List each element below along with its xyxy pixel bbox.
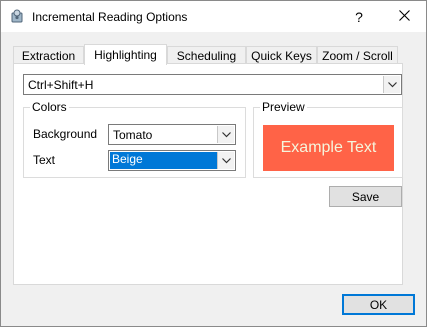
tab-strip: Extraction Highlighting Scheduling Quick… xyxy=(13,44,403,65)
tab-quick-keys[interactable]: Quick Keys xyxy=(246,46,317,64)
shortcut-value: Ctrl+Shift+H xyxy=(28,78,94,92)
options-dialog: Incremental Reading Options ? Extraction… xyxy=(0,0,427,327)
colors-group: Colors Background Tomato Text Beige xyxy=(23,100,246,178)
preview-sample: Example Text xyxy=(263,125,394,171)
ok-button-label: OK xyxy=(369,297,388,312)
tab-label: Zoom / Scroll xyxy=(322,48,393,63)
preview-sample-text: Example Text xyxy=(280,139,377,156)
save-button[interactable]: Save xyxy=(329,186,402,207)
colors-group-label: Colors xyxy=(30,100,69,114)
text-color-value: Beige xyxy=(110,152,217,169)
background-label: Background xyxy=(33,127,98,141)
close-icon xyxy=(398,9,410,24)
chevron-down-icon xyxy=(383,76,400,93)
close-button[interactable] xyxy=(382,1,426,32)
app-icon xyxy=(10,9,24,23)
preview-group: Preview Example Text xyxy=(253,100,403,178)
shortcut-dropdown[interactable]: Ctrl+Shift+H xyxy=(23,74,402,95)
highlighting-panel: Ctrl+Shift+H Colors Background Tomato Te… xyxy=(13,63,403,285)
tab-label: Highlighting xyxy=(94,48,157,62)
text-label: Text xyxy=(33,153,56,167)
chevron-down-icon xyxy=(217,152,234,169)
text-color-dropdown[interactable]: Beige xyxy=(108,150,236,171)
help-button[interactable]: ? xyxy=(341,1,377,32)
tab-highlighting[interactable]: Highlighting xyxy=(84,44,167,65)
chevron-down-icon xyxy=(217,126,234,143)
tab-scheduling[interactable]: Scheduling xyxy=(167,46,246,64)
background-color-value: Tomato xyxy=(113,128,153,142)
preview-group-label: Preview xyxy=(260,100,307,114)
tab-label: Extraction xyxy=(21,48,76,63)
ok-button[interactable]: OK xyxy=(342,294,415,315)
window-title: Incremental Reading Options xyxy=(32,10,188,24)
help-label: ? xyxy=(355,8,363,25)
title-bar: Incremental Reading Options ? xyxy=(1,1,426,32)
background-color-dropdown[interactable]: Tomato xyxy=(108,124,236,145)
tab-zoom-scroll[interactable]: Zoom / Scroll xyxy=(317,46,398,64)
tab-label: Quick Keys xyxy=(251,48,312,63)
tab-extraction[interactable]: Extraction xyxy=(13,46,84,64)
tab-label: Scheduling xyxy=(176,48,237,63)
save-button-label: Save xyxy=(351,189,380,204)
